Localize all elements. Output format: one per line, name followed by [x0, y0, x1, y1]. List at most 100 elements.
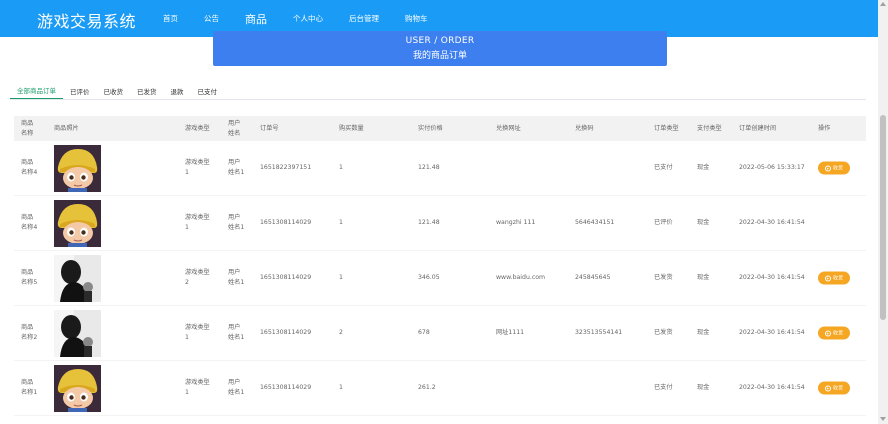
col-order-type-cell: 已支付: [654, 384, 673, 391]
col-price-cell: 261.2: [418, 384, 436, 391]
col-order-type-cell: 已评价: [654, 219, 673, 226]
col-price-cell: 121.48: [418, 164, 440, 171]
page-banner: USER / ORDER 我的商品订单: [213, 31, 667, 66]
col-name-cell: 商品 名称4: [21, 159, 38, 176]
tab-0[interactable]: 全部商品订单: [10, 82, 63, 99]
page: 游戏交易系统 首页 公告 商品 个人中心 后台管理 购物车 USER / ORDER 我的…: [0, 0, 888, 424]
col-time-cell: 2022-04-30 16:41:54: [739, 384, 805, 391]
tab-1[interactable]: 已评价: [63, 82, 97, 99]
col-qty-cell: 1: [339, 164, 343, 171]
tab-5[interactable]: 已支付: [191, 82, 225, 99]
scrollbar-thumb[interactable]: [880, 115, 886, 320]
play-circle-icon: [824, 385, 831, 391]
receive-button[interactable]: 收货: [818, 271, 850, 285]
col-time-cell: 2022-05-06 15:33:17: [739, 164, 805, 171]
col-order-no-cell: 1651822397151: [260, 164, 312, 171]
col-url-cell: www.baidu.com: [496, 274, 546, 281]
col-price-cell: 678: [418, 329, 430, 336]
site-title: 游戏交易系统: [37, 12, 137, 31]
col-order-no-cell: 1651308114029: [260, 219, 312, 226]
col-order-type-header: 订单类型: [654, 124, 679, 132]
col-name-header: 商品 名称: [21, 119, 34, 137]
col-game-type-cell: 游戏类型 1: [185, 324, 210, 341]
product-photo-man: [54, 255, 101, 302]
col-game-type-header: 游戏类型: [185, 124, 210, 132]
col-qty-cell: 1: [339, 384, 343, 391]
col-order-type-cell: 已发货: [654, 329, 673, 336]
col-time-cell: 2022-04-30 16:41:54: [739, 329, 805, 336]
col-user-cell: 用户 姓名1: [228, 324, 245, 341]
banner-subtitle: USER / ORDER: [405, 36, 475, 46]
col-name-cell: 商品 名称2: [21, 324, 38, 341]
col-qty-cell: 2: [339, 329, 343, 336]
receive-button-label: 收货: [832, 385, 843, 392]
col-order-type-cell: 已支付: [654, 164, 673, 171]
col-qty-cell: 1: [339, 274, 343, 281]
product-photo-cartoon: [54, 365, 101, 412]
col-order-no-cell: 1651308114029: [260, 329, 312, 336]
order-table: 商品 名称 商品照片 游戏类型 用户 姓名 订单号 购买数量 实付价格 兑换网址 兑换码 订单类型 支付…: [14, 116, 866, 416]
col-order-type-cell: 已发货: [654, 274, 673, 281]
col-price-cell: 121.48: [418, 219, 440, 226]
col-name-cell: 商品 名称4: [21, 214, 38, 231]
col-photo-header: 商品照片: [54, 124, 79, 132]
col-code-cell: 5646434151: [575, 219, 615, 226]
col-action-header: 操作: [818, 124, 831, 132]
col-time-cell: 2022-04-30 16:41:54: [739, 274, 805, 281]
col-time-cell: 2022-04-30 16:41:54: [739, 219, 805, 226]
col-user-cell: 用户 姓名1: [228, 379, 245, 396]
col-qty-cell: 1: [339, 219, 343, 226]
table-row: 商品 名称4 游戏类型 1 用户 姓名1 1651822397151 1 121.48 已支付 现金…: [14, 141, 866, 196]
scroll-down-icon[interactable]: [880, 417, 886, 421]
tab-3[interactable]: 已发货: [130, 82, 164, 99]
tab-4[interactable]: 退款: [164, 82, 191, 99]
col-game-type-cell: 游戏类型 1: [185, 379, 210, 396]
receive-button[interactable]: 收货: [818, 381, 850, 395]
col-game-type-cell: 游戏类型 2: [185, 269, 210, 286]
scrollbar[interactable]: [878, 0, 888, 424]
nav-item-0[interactable]: 首页: [150, 0, 191, 37]
product-photo-man: [54, 310, 101, 357]
receive-button-label: 收货: [832, 165, 843, 172]
col-game-type-cell: 游戏类型 1: [185, 214, 210, 231]
col-code-header: 兑换码: [575, 124, 594, 132]
scroll-up-icon[interactable]: [880, 2, 886, 6]
table-row: 商品 名称5 游戏类型 2 用户 姓名1 1651308114029 1 346.05 www.b…: [14, 251, 866, 306]
col-name-cell: 商品 名称1: [21, 379, 38, 396]
product-photo-cartoon: [54, 145, 101, 192]
tab-2[interactable]: 已收货: [97, 82, 131, 99]
col-pay-type-cell: 现金: [697, 274, 710, 281]
col-name-cell: 商品 名称5: [21, 269, 38, 286]
col-url-cell: wangzhi 111: [496, 219, 536, 226]
col-price-cell: 346.05: [418, 274, 440, 281]
receive-button-label: 收货: [832, 330, 843, 337]
receive-button[interactable]: 收货: [818, 326, 850, 340]
col-pay-type-cell: 现金: [697, 384, 710, 391]
col-time-header: 订单创建时间: [739, 124, 777, 132]
order-tabs: 全部商品订单 已评价 已收货 已发货 退款 已支付: [10, 82, 866, 100]
banner-title: 我的商品订单: [412, 51, 467, 61]
col-order-no-cell: 1651308114029: [260, 384, 312, 391]
product-photo-cartoon: [54, 200, 101, 247]
table-header: 商品 名称 商品照片 游戏类型 用户 姓名 订单号 购买数量 实付价格 兑换网址 兑换码 订单类型 支付…: [14, 116, 866, 141]
col-pay-type-cell: 现金: [697, 164, 710, 171]
col-order-no-cell: 1651308114029: [260, 274, 312, 281]
play-circle-icon: [824, 165, 831, 171]
col-user-cell: 用户 姓名1: [228, 159, 245, 176]
table-row: 商品 名称4 游戏类型 1 用户 姓名1 1651308114029 1 121.48 wangz…: [14, 196, 866, 251]
col-user-header: 用户 姓名: [228, 119, 241, 137]
col-game-type-cell: 游戏类型 1: [185, 159, 210, 176]
table-row: 商品 名称1 游戏类型 1 用户 姓名1 1651308114029 1 261.2 已支付 现金 2…: [14, 361, 866, 416]
col-pay-type-cell: 现金: [697, 219, 710, 226]
col-url-cell: 网址1111: [496, 329, 525, 336]
col-code-cell: 245845645: [575, 274, 611, 281]
col-pay-type-header: 支付类型: [697, 124, 722, 132]
col-url-header: 兑换网址: [496, 124, 521, 132]
col-pay-type-cell: 现金: [697, 329, 710, 336]
receive-button[interactable]: 收货: [818, 161, 850, 175]
col-user-cell: 用户 姓名1: [228, 214, 245, 231]
play-circle-icon: [824, 330, 831, 336]
col-order-no-header: 订单号: [260, 124, 279, 132]
col-qty-header: 购买数量: [339, 124, 364, 132]
col-code-cell: 323513554141: [575, 329, 623, 336]
